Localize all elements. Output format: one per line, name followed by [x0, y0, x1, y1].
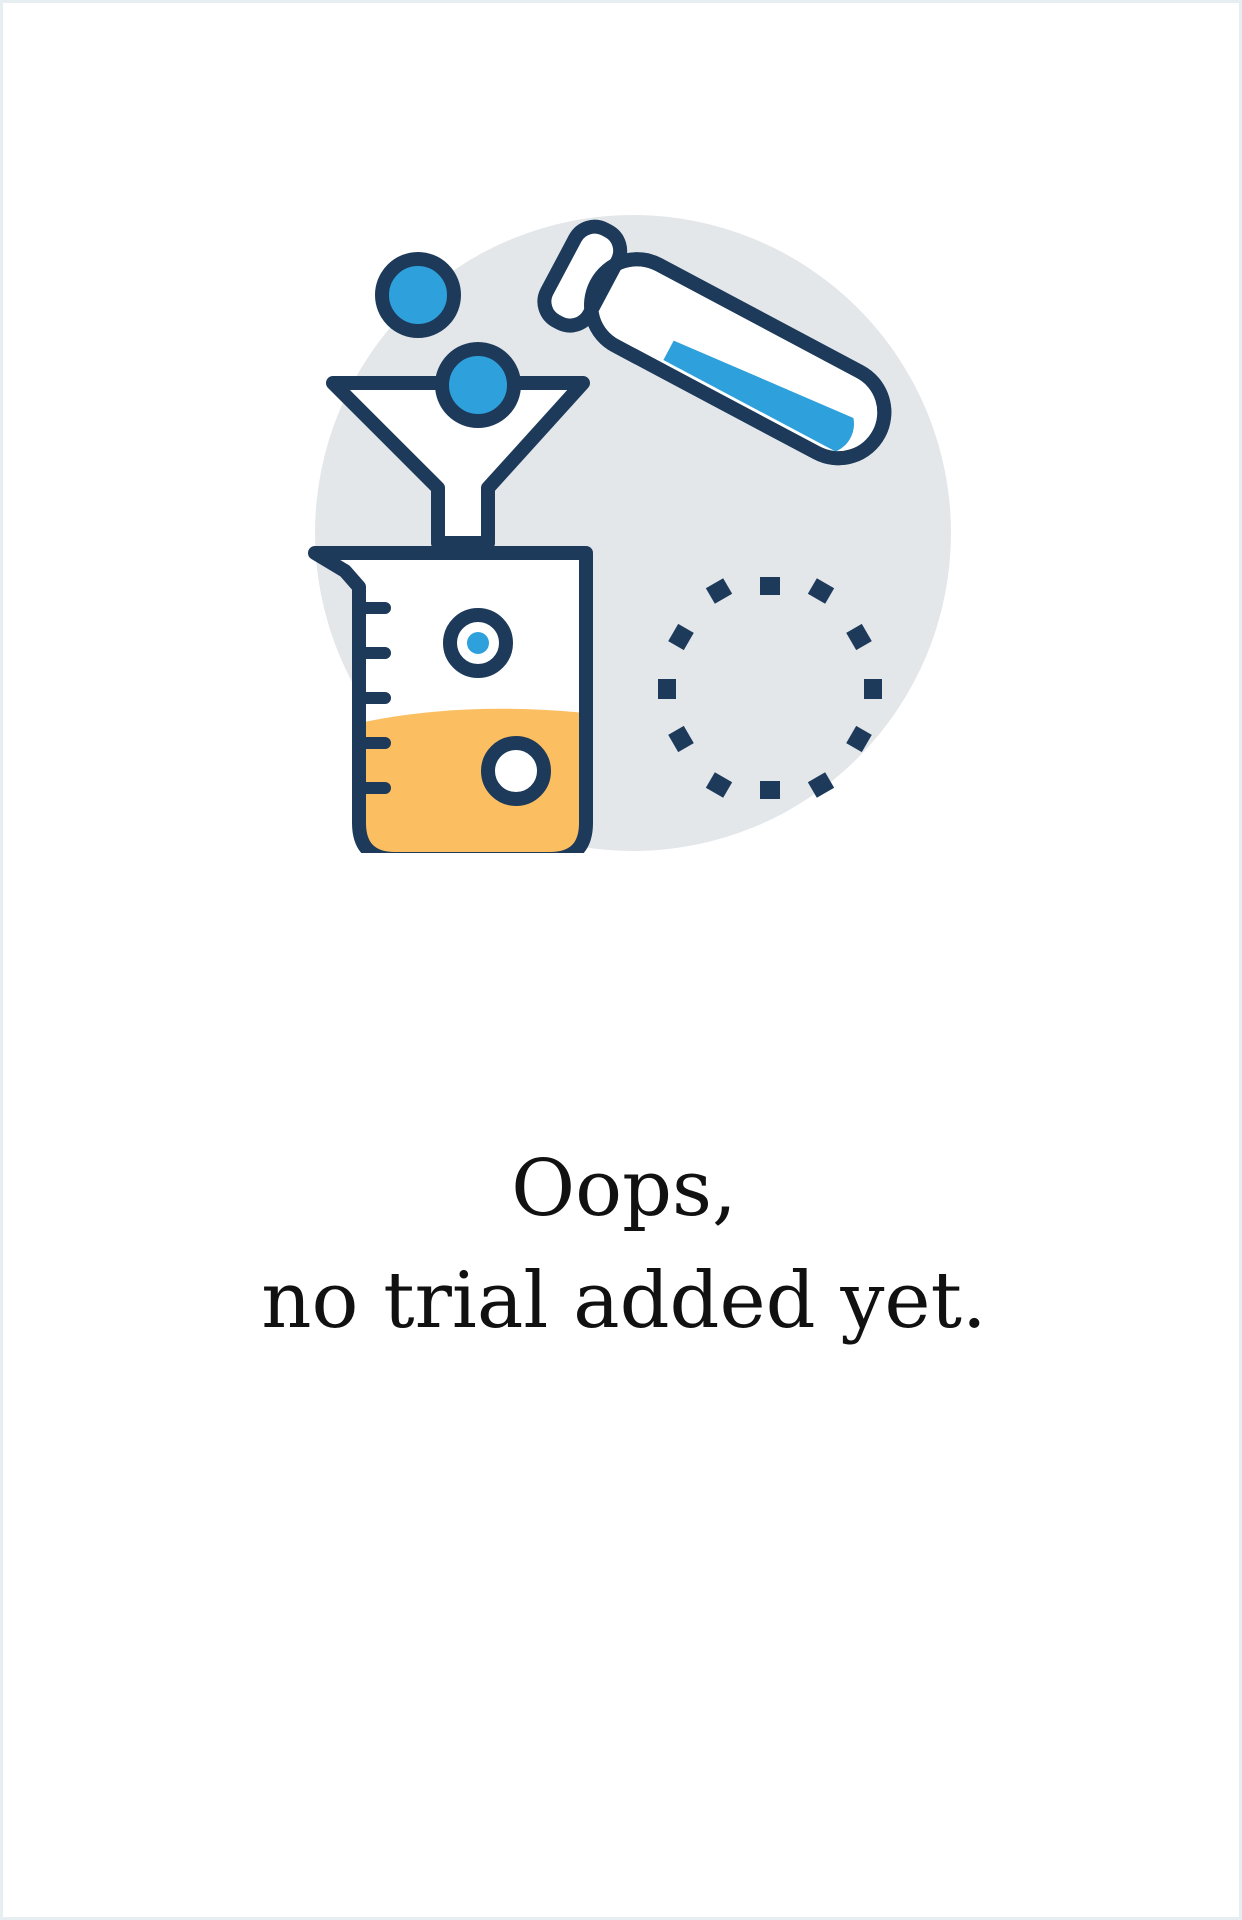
lab-experiment-icon	[303, 213, 963, 853]
beaker-icon	[308, 546, 593, 853]
empty-state-subheading: no trial added yet.	[261, 1256, 987, 1346]
bubble-icon	[481, 736, 551, 806]
empty-state-heading: Oops,	[511, 1144, 737, 1234]
drop-icon	[375, 252, 461, 338]
drop-in-funnel-icon	[435, 342, 521, 428]
empty-state-message: Oops, no trial added yet.	[3, 1133, 1242, 1357]
empty-state-screen: Oops, no trial added yet.	[0, 0, 1242, 1920]
